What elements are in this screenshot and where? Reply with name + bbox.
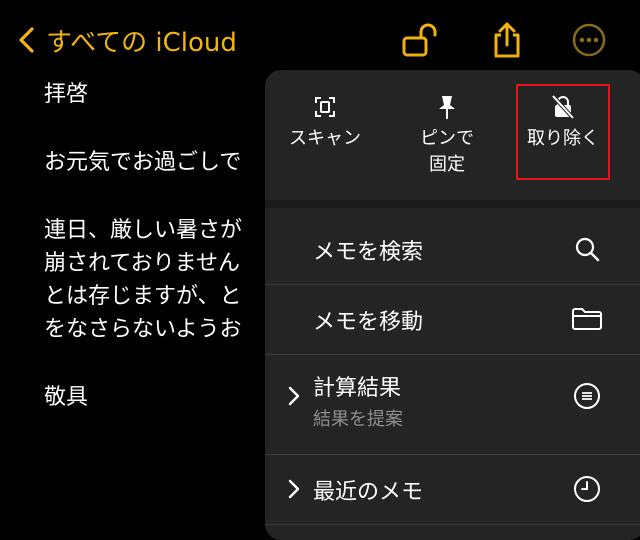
pin-label-line2: 固定 — [429, 154, 465, 175]
menu-item-search-notes[interactable]: メモを検索 — [265, 214, 640, 284]
more-icon — [572, 23, 606, 57]
pin-icon — [439, 96, 455, 119]
menu-section-separator — [265, 200, 640, 208]
menu-item-math-results[interactable]: 計算結果 結果を提案 — [265, 354, 640, 438]
menu-divider — [265, 524, 640, 525]
search-icon — [575, 237, 600, 262]
menu-item-label: メモを検索 — [313, 240, 424, 265]
menu-item-label: 最近のメモ — [313, 480, 424, 505]
navigation-bar: すべての iCloud — [0, 0, 640, 80]
folder-icon — [572, 308, 602, 330]
pin-label-line1: ピンで — [420, 128, 474, 149]
clock-icon — [574, 476, 600, 502]
context-menu: スキャン ピンで 固定 取り除く メモを検索 メモを移動 計算結果 結果を提案 … — [265, 70, 640, 540]
highlight-box — [516, 84, 610, 180]
chevron-right-icon — [288, 479, 300, 499]
pin-action[interactable]: ピンで 固定 — [387, 94, 507, 178]
chevron-right-icon — [288, 386, 300, 406]
chevron-left-icon — [19, 27, 34, 53]
lock-button[interactable] — [400, 20, 440, 60]
menu-action-row: スキャン ピンで 固定 取り除く — [265, 70, 640, 200]
equal-circle-icon — [574, 383, 600, 409]
share-button[interactable] — [487, 20, 527, 60]
menu-item-subtitle: 結果を提案 — [313, 409, 403, 430]
share-icon — [494, 22, 520, 58]
unlock-icon — [402, 23, 437, 57]
menu-item-recent-notes[interactable]: 最近のメモ — [265, 454, 640, 524]
more-button[interactable] — [569, 20, 609, 60]
back-button[interactable]: すべての iCloud — [16, 22, 237, 58]
scan-icon — [315, 97, 335, 117]
menu-item-label: 計算結果 — [313, 376, 402, 401]
menu-item-label: メモを移動 — [313, 310, 424, 335]
scan-label: スキャン — [289, 128, 361, 149]
back-label: すべての iCloud — [46, 27, 237, 58]
menu-item-move-note[interactable]: メモを移動 — [265, 284, 640, 354]
scan-action[interactable]: スキャン — [265, 94, 385, 152]
